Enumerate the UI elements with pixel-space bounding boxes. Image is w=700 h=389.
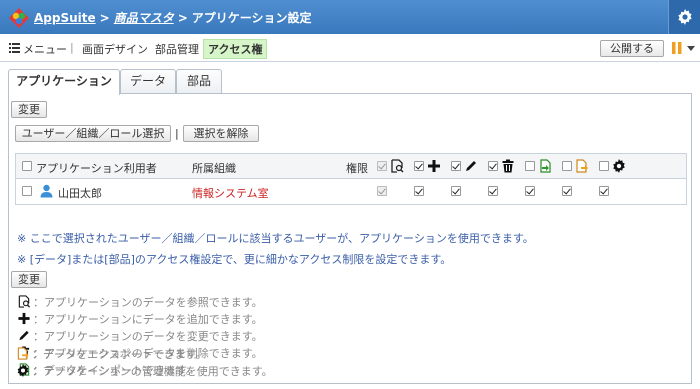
- note-text: ※ ここで選択されたユーザー／組織／ロールに該当するユーザーが、アプリケーション…: [17, 232, 534, 245]
- change-button-2[interactable]: 変更: [11, 271, 47, 288]
- appsuite-logo-icon: [9, 8, 29, 28]
- admin-permission-all-checkbox[interactable]: [599, 161, 609, 171]
- tab-panel: 変更 ユーザー／組織／ロール選択 | 選択を解除 アプリケーション利用者 所属組…: [8, 93, 692, 384]
- import-permission-all-checkbox[interactable]: [525, 161, 535, 171]
- legend-text: ：データをエクスポートできます。: [32, 348, 207, 361]
- gear-icon: [677, 9, 692, 25]
- tab-parts[interactable]: 部品: [176, 69, 222, 94]
- screen-design-link[interactable]: 画面デザイン: [82, 41, 148, 57]
- breadcrumb: AppSuite > 商品マスタ > アプリケーション設定: [34, 9, 312, 26]
- legend-item: ：アプリケーションの管理機能を使用できます。: [16, 363, 273, 379]
- toolbar-divider: |: [70, 41, 74, 54]
- admin-gear-icon: [613, 159, 625, 173]
- legend-text: ：アプリケーションの管理機能を使用できます。: [32, 365, 273, 378]
- legend-item: ：アプリケーションのデータを参照できます。: [17, 294, 263, 310]
- view-icon: [391, 159, 404, 173]
- legend-item: ：アプリケーションにデータを追加できます。: [17, 311, 263, 327]
- parts-management-link[interactable]: 部品管理: [155, 41, 199, 57]
- settings-button[interactable]: [668, 0, 700, 34]
- table-header: アプリケーション利用者 所属組織 権限: [16, 154, 686, 179]
- export-permission-all-checkbox[interactable]: [562, 161, 572, 171]
- view-permission-checkbox: [377, 186, 387, 196]
- legend-text: ：アプリケーションのデータを参照できます。: [33, 296, 263, 309]
- delete-permission-all-checkbox[interactable]: [488, 161, 498, 171]
- table-row: 山田太郎 情報システム室: [16, 179, 686, 204]
- column-user: アプリケーション利用者: [36, 162, 157, 175]
- edit-permission-all-checkbox[interactable]: [451, 161, 461, 171]
- column-permission: 権限: [346, 162, 368, 175]
- import-icon: [540, 159, 551, 173]
- row-select-checkbox[interactable]: [22, 186, 32, 196]
- note-text: ※ [データ]または[部品]のアクセス権設定で、更に細かなアクセス制限を設定でき…: [17, 253, 452, 266]
- add-icon: [18, 312, 30, 325]
- breadcrumb-appsuite[interactable]: AppSuite: [34, 11, 96, 25]
- import-permission-checkbox[interactable]: [525, 186, 535, 196]
- breadcrumb-current: アプリケーション設定: [191, 11, 312, 25]
- legend-text: ：アプリケーションのデータを変更できます。: [33, 330, 263, 343]
- button-separator: |: [175, 127, 179, 140]
- delete-permission-checkbox[interactable]: [488, 186, 498, 196]
- legend-item: ：データをエクスポートできます。: [16, 346, 207, 362]
- legend-item: ：アプリケーションのデータを変更できます。: [17, 328, 263, 344]
- admin-gear-icon: [17, 364, 29, 377]
- export-permission-checkbox[interactable]: [562, 186, 572, 196]
- breadcrumb-separator: >: [177, 11, 188, 25]
- admin-permission-checkbox[interactable]: [599, 186, 609, 196]
- breadcrumb-separator: >: [99, 11, 110, 25]
- column-org: 所属組織: [192, 162, 236, 175]
- user-icon: [40, 184, 53, 198]
- tab-application[interactable]: アプリケーション: [8, 69, 120, 95]
- add-permission-checkbox[interactable]: [414, 186, 424, 196]
- select-user-org-role-button[interactable]: ユーザー／組織／ロール選択: [15, 125, 171, 142]
- export-icon: [576, 159, 588, 173]
- select-all-checkbox[interactable]: [22, 161, 32, 171]
- clear-selection-button[interactable]: 選択を解除: [183, 125, 259, 142]
- export-icon: [17, 347, 29, 360]
- pause-icon[interactable]: [672, 42, 682, 54]
- edit-icon: [466, 161, 476, 171]
- permission-table: アプリケーション利用者 所属組織 権限 山田太郎 情報システム室: [15, 153, 687, 205]
- main-content: アプリケーション データ 部品 変更 ユーザー／組織／ロール選択 | 選択を解除…: [0, 62, 700, 389]
- change-button[interactable]: 変更: [11, 101, 47, 118]
- menu-link[interactable]: メニュー: [23, 41, 67, 57]
- toolbar: メニュー | 画面デザイン 部品管理 アクセス権 公開する: [0, 34, 700, 62]
- publish-button[interactable]: 公開する: [600, 40, 664, 57]
- menu-list-icon: [9, 43, 20, 53]
- legend-text: ：アプリケーションにデータを追加できます。: [33, 313, 263, 326]
- add-permission-all-checkbox[interactable]: [414, 161, 424, 171]
- add-icon: [428, 160, 440, 172]
- app-header: AppSuite > 商品マスタ > アプリケーション設定: [0, 0, 700, 34]
- org-link[interactable]: 情報システム室: [192, 185, 269, 201]
- delete-icon: [502, 159, 514, 173]
- view-icon: [18, 295, 31, 308]
- edit-icon: [19, 330, 29, 341]
- user-name: 山田太郎: [58, 187, 102, 200]
- chevron-down-icon[interactable]: [687, 46, 695, 51]
- access-rights-link[interactable]: アクセス権: [203, 39, 268, 59]
- tab-data[interactable]: データ: [120, 69, 176, 94]
- edit-permission-checkbox[interactable]: [451, 186, 461, 196]
- breadcrumb-app[interactable]: 商品マスタ: [114, 11, 174, 25]
- view-permission-all-checkbox: [377, 161, 387, 171]
